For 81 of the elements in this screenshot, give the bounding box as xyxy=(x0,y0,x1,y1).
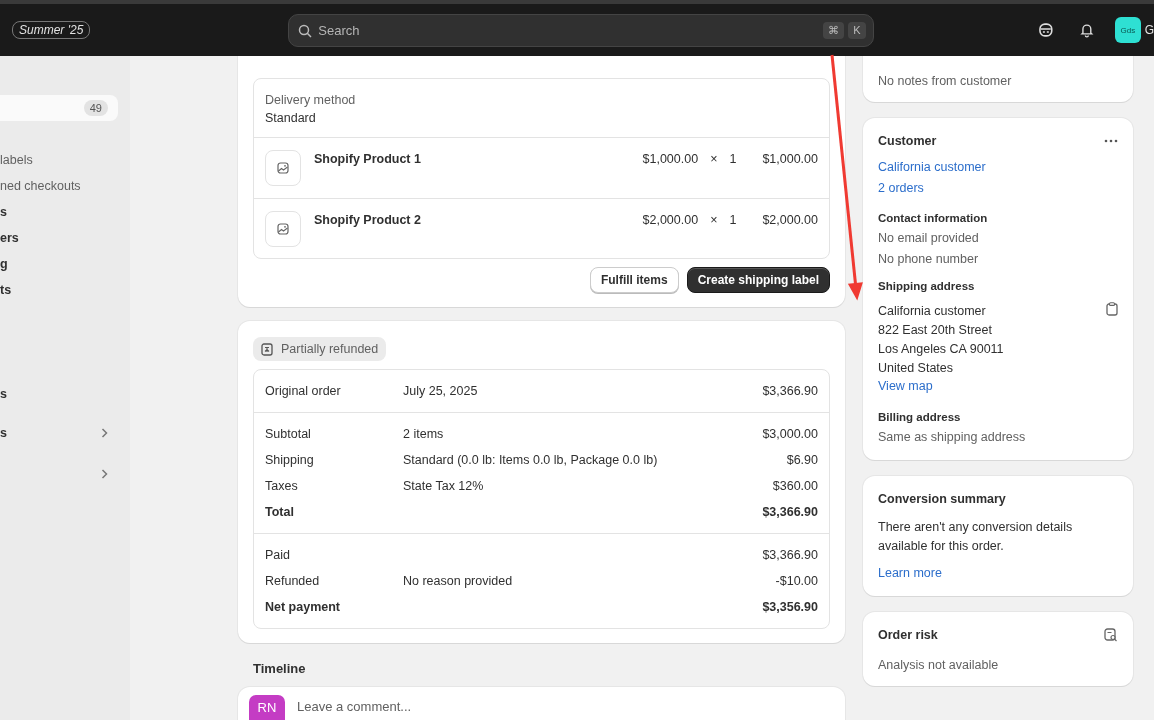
address-line: Los Angeles CA 90011 xyxy=(878,341,1004,358)
delivery-value: Standard xyxy=(265,111,317,125)
nav-item[interactable]: s xyxy=(0,381,118,407)
unit-price: $1,000.00 xyxy=(642,151,699,166)
card-title: Conversion summary xyxy=(878,492,1007,506)
payment-detail: Standard (0.0 lb: Items 0.0 lb, Package 0.0 lb) xyxy=(403,453,658,467)
address-line: California customer xyxy=(878,303,987,320)
section-title: Contact information xyxy=(878,212,989,224)
payment-amount: $6.90 xyxy=(786,453,818,467)
product-name[interactable]: Shopify Product 1 xyxy=(314,150,643,166)
payment-amount: $3,366.90 xyxy=(762,505,818,519)
store-avatar[interactable]: Gds xyxy=(1115,17,1141,43)
section-title: Billing address xyxy=(878,411,962,423)
payment-amount: $3,000.00 xyxy=(762,427,818,441)
image-icon xyxy=(277,162,289,174)
search-icon xyxy=(298,23,313,38)
report-search-icon[interactable] xyxy=(1104,628,1118,642)
nav-item[interactable]: labels xyxy=(0,147,118,173)
more-icon[interactable] xyxy=(1104,139,1118,143)
nav-item[interactable]: s xyxy=(0,420,118,446)
store-name[interactable]: G xyxy=(1144,23,1154,37)
payment-label: Subtotal xyxy=(265,427,312,441)
payment-label: Net payment xyxy=(265,600,342,614)
line-total: $2,000.00 xyxy=(762,212,818,227)
payment-label: Original order xyxy=(265,384,342,398)
image-icon xyxy=(277,223,289,235)
nav-item[interactable]: 49 xyxy=(0,95,118,121)
delivery-label: Delivery method xyxy=(265,93,357,107)
chevron-icon xyxy=(101,428,108,438)
unit-price: $2,000.00 xyxy=(642,212,699,227)
nav-item[interactable]: g xyxy=(0,251,118,277)
risk-text: Analysis not available xyxy=(878,658,1000,672)
card-title: Order risk xyxy=(878,628,938,642)
customer-link[interactable]: California customer xyxy=(878,160,1118,174)
payment-amount: $3,366.90 xyxy=(762,384,818,398)
user-avatar: RN xyxy=(249,695,285,720)
bell-icon[interactable] xyxy=(1079,22,1096,38)
chevron-icon xyxy=(101,469,108,479)
payment-detail: July 25, 2025 xyxy=(403,384,478,398)
product-name[interactable]: Shopify Product 2 xyxy=(314,211,643,227)
billing-text: Same as shipping address xyxy=(878,430,1027,444)
payment-label: Total xyxy=(265,505,295,519)
address-line: 822 East 20th Street xyxy=(878,322,993,339)
nav-item[interactable]: ts xyxy=(0,277,118,303)
quantity: 1 xyxy=(729,151,737,166)
copy-icon[interactable] xyxy=(1106,302,1118,316)
nav-item[interactable]: ned checkouts xyxy=(0,173,118,199)
timeline-heading: Timeline xyxy=(253,661,307,678)
payment-label: Shipping xyxy=(265,453,315,467)
address-line: United States xyxy=(878,360,955,377)
card-title: Customer xyxy=(878,134,937,148)
orders-link[interactable]: 2 orders xyxy=(878,181,1118,195)
payment-detail: State Tax 12% xyxy=(403,479,484,493)
notes-text: No notes from customer xyxy=(878,74,1013,88)
payment-label: Paid xyxy=(265,548,292,562)
edition-badge: Summer '25 xyxy=(12,21,91,39)
payment-amount: $3,356.90 xyxy=(762,600,818,614)
line-total: $1,000.00 xyxy=(762,151,818,166)
action-button[interactable]: Create shipping label xyxy=(686,267,830,293)
nav-item[interactable]: ers xyxy=(0,225,118,251)
action-button[interactable]: Fulfill items xyxy=(589,267,679,293)
quantity: 1 xyxy=(729,212,737,227)
status-label: Partially refunded xyxy=(281,342,379,356)
count-badge: 49 xyxy=(83,100,108,116)
receipt-icon xyxy=(261,342,273,356)
payment-amount: $3,366.90 xyxy=(762,548,818,562)
contact-text: No phone number xyxy=(878,252,980,266)
multiply-sign: × xyxy=(710,151,718,166)
conversion-text: There aren't any conversion details available for this order. xyxy=(878,519,1074,555)
map-link[interactable]: View map xyxy=(878,379,1118,393)
multiply-sign: × xyxy=(710,212,718,227)
nav-item[interactable]: s xyxy=(0,199,118,225)
learn-more-link[interactable]: Learn more xyxy=(878,566,1118,580)
payment-label: Refunded xyxy=(265,574,321,588)
section-title: Shipping address xyxy=(878,280,976,292)
payment-amount: -$10.00 xyxy=(775,574,818,588)
payment-amount: $360.00 xyxy=(772,479,818,493)
payment-detail: 2 items xyxy=(403,427,444,441)
payment-label: Taxes xyxy=(265,479,299,493)
contact-text: No email provided xyxy=(878,231,980,245)
payment-detail: No reason provided xyxy=(403,574,513,588)
